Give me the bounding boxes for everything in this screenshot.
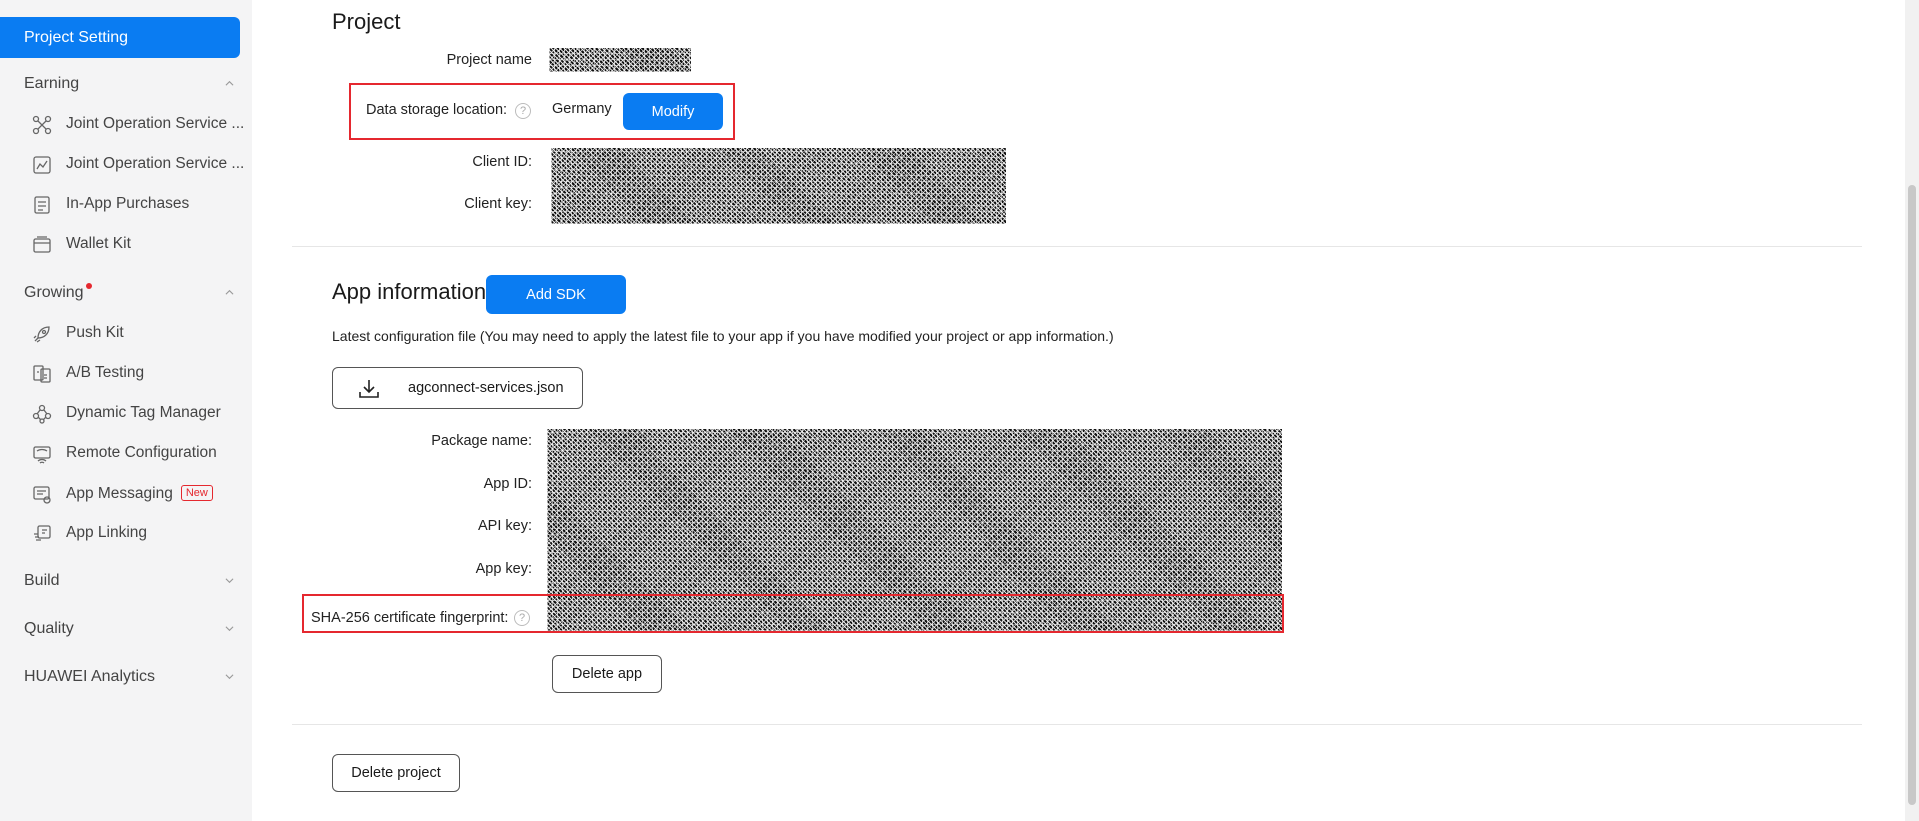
remote-config-icon xyxy=(33,446,51,464)
tag-manager-icon xyxy=(32,404,52,424)
sidebar-item-label: Dynamic Tag Manager xyxy=(66,404,221,421)
purchase-icon xyxy=(34,196,50,214)
sidebar-item-label: Push Kit xyxy=(66,324,124,341)
config-file-note: Latest configuration file (You may need … xyxy=(332,328,1114,344)
section-divider xyxy=(292,724,1862,725)
api-key-label: API key: xyxy=(478,518,532,534)
client-credentials-redacted xyxy=(551,148,1006,224)
sidebar-group-label: Earning xyxy=(24,75,80,92)
sidebar-group-label: Build xyxy=(24,572,60,589)
sidebar: Project Setting Earning Joint Operation … xyxy=(0,0,252,821)
config-file-name: agconnect-services.json xyxy=(408,380,564,396)
sidebar-group-label: HUAWEI Analytics xyxy=(24,668,155,685)
chevron-down-icon xyxy=(225,674,234,680)
delete-app-button[interactable]: Delete app xyxy=(552,655,662,693)
app-key-label: App key: xyxy=(475,561,532,577)
storage-location-label: Data storage location: xyxy=(366,102,508,118)
download-icon xyxy=(359,380,379,398)
sidebar-item-app-linking[interactable]: App Linking xyxy=(32,518,242,548)
storage-location-value: Germany xyxy=(552,101,612,117)
sidebar-item-joint-operation-2[interactable]: Joint Operation Service ... xyxy=(32,149,245,179)
wallet-icon xyxy=(33,236,51,253)
sidebar-group-earning[interactable]: Earning xyxy=(24,70,234,98)
sidebar-item-app-messaging[interactable]: App Messaging New xyxy=(32,479,242,509)
sidebar-item-label: Joint Operation Service ... xyxy=(66,155,245,172)
sidebar-item-ab-testing[interactable]: A/B Testing xyxy=(32,358,242,388)
package-name-label: Package name: xyxy=(431,433,532,449)
sidebar-item-in-app-purchases[interactable]: In-App Purchases xyxy=(32,189,242,219)
sidebar-item-label: In-App Purchases xyxy=(66,195,190,212)
sidebar-group-label: Growing xyxy=(24,284,84,301)
help-icon[interactable]: ? xyxy=(515,103,531,119)
chevron-up-icon xyxy=(225,80,234,86)
sidebar-item-wallet-kit[interactable]: Wallet Kit xyxy=(32,229,242,259)
app-information-heading: App information xyxy=(332,279,487,304)
section-divider xyxy=(292,246,1862,247)
add-sdk-button[interactable]: Add SDK xyxy=(486,275,626,314)
client-id-label: Client ID: xyxy=(472,154,532,170)
chevron-down-icon xyxy=(225,578,234,584)
app-linking-icon xyxy=(34,525,51,541)
sidebar-item-dynamic-tag-manager[interactable]: Dynamic Tag Manager xyxy=(32,398,242,428)
sidebar-group-quality[interactable]: Quality xyxy=(24,615,234,643)
sidebar-group-label: Quality xyxy=(24,620,74,637)
app-id-label: App ID: xyxy=(483,476,532,492)
joint-operation-icon xyxy=(32,115,52,135)
chevron-up-icon xyxy=(225,289,234,295)
help-icon[interactable]: ? xyxy=(514,610,530,626)
sidebar-item-label: Remote Configuration xyxy=(66,444,217,461)
sidebar-item-label: A/B Testing xyxy=(66,364,145,381)
ab-testing-icon xyxy=(33,365,51,383)
new-badge: New xyxy=(180,484,213,501)
download-config-button[interactable]: agconnect-services.json xyxy=(332,367,583,409)
sidebar-group-growing[interactable]: Growing xyxy=(24,279,234,307)
sha-fingerprint-label: SHA-256 certificate fingerprint: xyxy=(311,610,509,626)
modify-button[interactable]: Modify xyxy=(623,93,723,130)
sidebar-item-label: App Messaging New xyxy=(66,479,213,509)
sidebar-group-build[interactable]: Build xyxy=(24,567,234,595)
sidebar-item-remote-configuration[interactable]: Remote Configuration xyxy=(32,438,242,468)
project-name-value-redacted xyxy=(549,48,691,72)
sidebar-item-push-kit[interactable]: Push Kit xyxy=(32,318,242,348)
sidebar-group-huawei-analytics[interactable]: HUAWEI Analytics xyxy=(24,663,234,691)
sidebar-item-label: Wallet Kit xyxy=(66,235,131,252)
sidebar-item-label: Joint Operation Service ... xyxy=(66,115,245,132)
notification-dot xyxy=(85,283,92,289)
sidebar-item-label: App Linking xyxy=(66,524,148,541)
chart-box-icon xyxy=(33,156,51,174)
project-name-label: Project name xyxy=(446,52,532,68)
delete-project-button[interactable]: Delete project xyxy=(332,754,460,792)
scrollbar-thumb[interactable] xyxy=(1908,185,1916,805)
client-key-label: Client key: xyxy=(464,196,532,212)
app-messaging-icon xyxy=(33,486,51,504)
sidebar-item-joint-operation-1[interactable]: Joint Operation Service ... xyxy=(32,109,245,139)
chevron-down-icon xyxy=(225,626,234,632)
project-heading: Project xyxy=(332,9,401,34)
rocket-icon xyxy=(33,326,50,343)
sidebar-item-project-setting[interactable]: Project Setting xyxy=(0,17,240,58)
